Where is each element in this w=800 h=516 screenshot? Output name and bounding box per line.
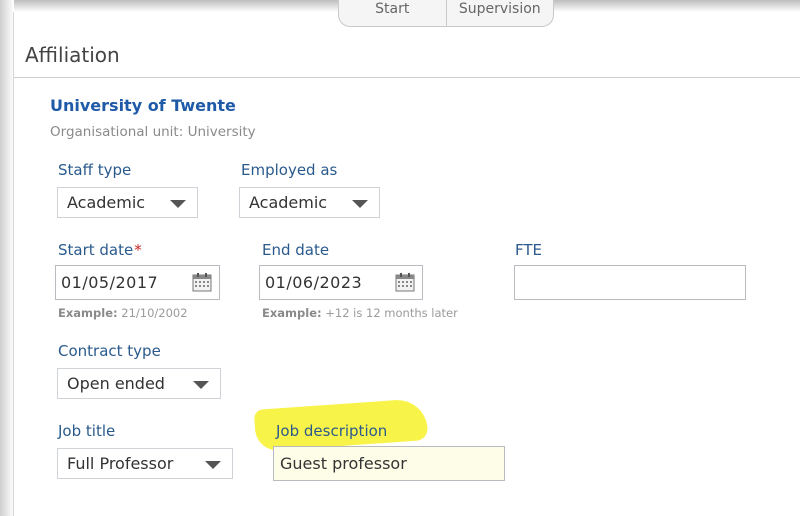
panel-divider [14, 77, 800, 78]
staff-type-select[interactable]: Academic [57, 187, 198, 218]
job-description-input[interactable]: Guest professor [273, 446, 505, 481]
fte-label: FTE [515, 241, 543, 259]
top-segmented-control: Start Supervision [338, 0, 554, 27]
end-date-hint-value: +12 is 12 months later [325, 306, 458, 320]
contract-type-value: Open ended [67, 374, 165, 393]
end-date-label: End date [262, 241, 330, 259]
chevron-down-icon [205, 461, 221, 469]
window-shadow-left [0, 0, 14, 516]
chevron-down-icon [193, 381, 209, 389]
tab-supervision[interactable]: Supervision [445, 0, 554, 26]
end-date-value: 01/06/2023 [265, 273, 363, 292]
job-description-label: Job description [276, 422, 388, 440]
employed-as-select[interactable]: Academic [239, 187, 380, 218]
chevron-down-icon [170, 200, 186, 208]
start-date-input[interactable]: 01/05/2017 [55, 265, 220, 300]
organisation-name[interactable]: University of Twente [50, 96, 236, 115]
contract-type-select[interactable]: Open ended [57, 368, 221, 399]
fte-input[interactable] [514, 265, 746, 300]
employed-as-value: Academic [249, 193, 328, 212]
chevron-down-icon [352, 200, 368, 208]
staff-type-value: Academic [67, 193, 146, 212]
employed-as-label: Employed as [241, 161, 338, 179]
start-date-hint-prefix: Example: [58, 306, 118, 320]
start-date-label: Start date* [58, 241, 142, 259]
staff-type-label: Staff type [58, 161, 132, 179]
calendar-icon[interactable] [192, 272, 212, 292]
job-title-value: Full Professor [67, 454, 174, 473]
contract-type-label: Contract type [58, 342, 161, 360]
end-date-hint-prefix: Example: [262, 306, 322, 320]
job-title-label: Job title [58, 422, 116, 440]
start-date-value: 01/05/2017 [61, 273, 159, 292]
end-date-hint: Example: +12 is 12 months later [262, 306, 458, 320]
organisation-unit: Organisational unit: University [50, 124, 256, 140]
panel-title: Affiliation [25, 43, 120, 67]
start-date-hint: Example: 21/10/2002 [58, 306, 188, 320]
start-date-label-text: Start date [58, 241, 134, 259]
calendar-icon[interactable] [395, 272, 415, 292]
tab-start[interactable]: Start [339, 0, 446, 26]
job-title-select[interactable]: Full Professor [57, 448, 233, 479]
start-date-hint-value: 21/10/2002 [121, 306, 188, 320]
end-date-input[interactable]: 01/06/2023 [259, 265, 423, 300]
required-marker: * [134, 241, 142, 259]
job-description-value: Guest professor [280, 454, 407, 473]
